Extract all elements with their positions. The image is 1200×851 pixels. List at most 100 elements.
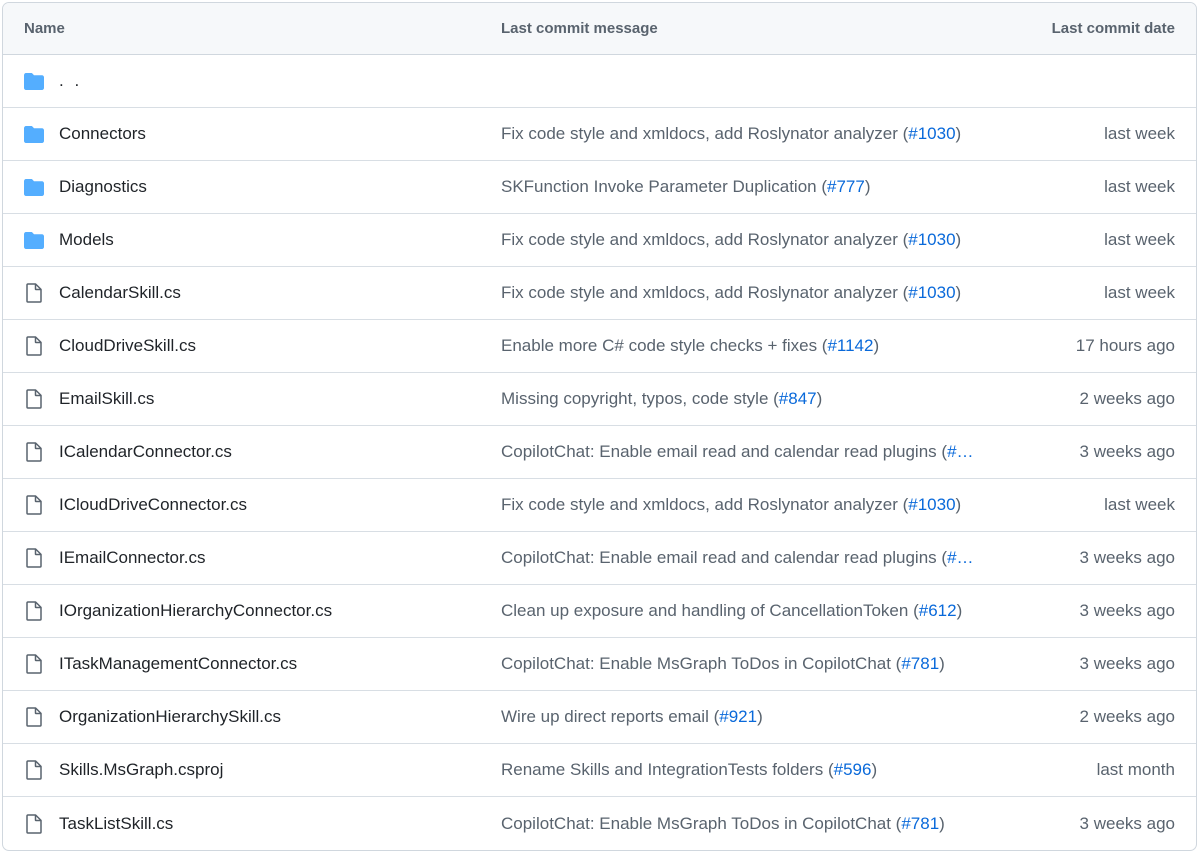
- commit-date: 3 weeks ago: [1079, 548, 1175, 567]
- folder-icon: [23, 229, 45, 251]
- commit-message-suffix: ): [864, 177, 871, 196]
- commit-message: Fix code style and xmldocs, add Roslynat…: [480, 230, 1020, 250]
- commit-message-suffix: ): [956, 601, 963, 620]
- file-name-link[interactable]: CloudDriveSkill.cs: [59, 336, 196, 356]
- header-commit-date: Last commit date: [1051, 20, 1175, 37]
- commit-message-link[interactable]: Rename Skills and IntegrationTests folde…: [501, 760, 834, 779]
- pull-request-link[interactable]: #1030: [908, 283, 955, 302]
- commit-message-link[interactable]: Clean up exposure and handling of Cancel…: [501, 601, 919, 620]
- file-row[interactable]: ICloudDriveConnector.cs Fix code style an…: [3, 479, 1196, 532]
- file-name-link[interactable]: Skills.MsGraph.csproj: [59, 760, 223, 780]
- file-icon: [23, 494, 45, 516]
- commit-message: Clean up exposure and handling of Cancel…: [480, 601, 1020, 621]
- file-name-link[interactable]: CalendarSkill.cs: [59, 283, 181, 303]
- file-name-link[interactable]: EmailSkill.cs: [59, 389, 154, 409]
- file-icon: [23, 335, 45, 357]
- commit-message-suffix: ): [757, 707, 763, 726]
- pull-request-link[interactable]: #1030: [908, 495, 955, 514]
- commit-message-link[interactable]: Enable more C# code style checks + fixes…: [501, 336, 827, 355]
- commit-message-suffix: ): [873, 336, 880, 355]
- commit-message-link[interactable]: CopilotChat: Enable MsGraph ToDos in Cop…: [501, 654, 901, 673]
- commit-message-link[interactable]: Fix code style and xmldocs, add Roslynat…: [501, 230, 908, 249]
- pull-request-link[interactable]: #596: [834, 760, 872, 779]
- commit-message: CopilotChat: Enable email read and calen…: [480, 442, 1020, 462]
- commit-message-link[interactable]: Wire up direct reports email (: [501, 707, 719, 726]
- folder-row[interactable]: Diagnostics SKFunction Invoke Parameter D…: [3, 161, 1196, 214]
- header-name: Name: [24, 20, 65, 37]
- table-header: Name Last commit message Last commit dat…: [3, 3, 1196, 55]
- file-name-link[interactable]: IEmailConnector.cs: [59, 548, 205, 568]
- commit-message: Rename Skills and IntegrationTests folde…: [480, 760, 1020, 780]
- pull-request-link[interactable]: #1142: [827, 336, 873, 355]
- pull-request-link[interactable]: #777: [827, 177, 865, 196]
- commit-message-link[interactable]: Fix code style and xmldocs, add Roslynat…: [501, 124, 908, 143]
- commit-message: Fix code style and xmldocs, add Roslynat…: [480, 495, 1020, 515]
- commit-message-link[interactable]: CopilotChat: Enable MsGraph ToDos in Cop…: [501, 814, 901, 833]
- commit-date: last week: [1104, 283, 1175, 302]
- pull-request-link[interactable]: #921: [719, 707, 757, 726]
- commit-message-link[interactable]: CopilotChat: Enable email read and calen…: [501, 442, 947, 461]
- commit-message-link[interactable]: Missing copyright, typos, code style (: [501, 389, 779, 408]
- parent-directory-link[interactable]: . .: [59, 71, 82, 91]
- pull-request-link[interactable]: #781: [901, 654, 939, 673]
- commit-message: CopilotChat: Enable MsGraph ToDos in Cop…: [480, 814, 1020, 834]
- file-row[interactable]: ITaskManagementConnector.cs CopilotChat: …: [3, 638, 1196, 691]
- commit-message-suffix: ): [939, 813, 945, 833]
- file-name-link[interactable]: ICalendarConnector.cs: [59, 442, 232, 462]
- pull-request-link[interactable]: #…: [947, 548, 973, 567]
- file-row[interactable]: IOrganizationHierarchyConnector.cs Clean …: [3, 585, 1196, 638]
- folder-row[interactable]: Models Fix code style and xmldocs, add Ro…: [3, 214, 1196, 267]
- commit-message-link[interactable]: Fix code style and xmldocs, add Roslynat…: [501, 283, 908, 302]
- folder-icon: [23, 176, 45, 198]
- folder-name-link[interactable]: Connectors: [59, 124, 146, 144]
- commit-message-suffix: ): [955, 283, 962, 302]
- folder-row[interactable]: Connectors Fix code style and xmldocs, ad…: [3, 108, 1196, 161]
- file-name-link[interactable]: OrganizationHierarchySkill.cs: [59, 707, 281, 727]
- commit-message: Fix code style and xmldocs, add Roslynat…: [480, 283, 1020, 303]
- file-icon: [23, 759, 45, 781]
- commit-message-link[interactable]: SKFunction Invoke Parameter Duplication …: [501, 177, 827, 196]
- file-icon: [23, 441, 45, 463]
- commit-message: SKFunction Invoke Parameter Duplication …: [480, 177, 1020, 197]
- commit-date: last week: [1104, 177, 1175, 196]
- pull-request-link[interactable]: #781: [901, 814, 939, 833]
- pull-request-link[interactable]: #612: [919, 601, 957, 620]
- commit-message: CopilotChat: Enable email read and calen…: [480, 548, 1020, 568]
- file-table: Name Last commit message Last commit dat…: [2, 2, 1197, 851]
- file-list: Connectors Fix code style and xmldocs, ad…: [3, 108, 1196, 850]
- commit-message: Wire up direct reports email (#921): [480, 707, 1020, 727]
- file-row[interactable]: EmailSkill.cs Missing copyright, typos, c…: [3, 373, 1196, 426]
- file-row[interactable]: CalendarSkill.cs Fix code style and xmldo…: [3, 267, 1196, 320]
- pull-request-link[interactable]: #847: [779, 389, 817, 408]
- file-row[interactable]: TaskListSkill.cs CopilotChat: Enable MsGr…: [3, 797, 1196, 850]
- file-icon: [23, 653, 45, 675]
- file-name-link[interactable]: IOrganizationHierarchyConnector.cs: [59, 601, 332, 621]
- pull-request-link[interactable]: #1030: [908, 124, 955, 143]
- file-name-link[interactable]: TaskListSkill.cs: [59, 814, 173, 834]
- file-name-link[interactable]: ICloudDriveConnector.cs: [59, 495, 247, 515]
- commit-date: 3 weeks ago: [1079, 654, 1175, 673]
- file-row[interactable]: ICalendarConnector.cs CopilotChat: Enable…: [3, 426, 1196, 479]
- commit-message: Missing copyright, typos, code style (#8…: [480, 389, 1020, 409]
- commit-date: last week: [1104, 230, 1175, 249]
- file-name-link[interactable]: ITaskManagementConnector.cs: [59, 654, 297, 674]
- folder-icon: [23, 123, 45, 145]
- commit-message-suffix: ): [816, 389, 823, 408]
- parent-directory-row[interactable]: . .: [3, 55, 1196, 108]
- file-row[interactable]: IEmailConnector.cs CopilotChat: Enable em…: [3, 532, 1196, 585]
- file-row[interactable]: Skills.MsGraph.csproj Rename Skills and I…: [3, 744, 1196, 797]
- file-row[interactable]: OrganizationHierarchySkill.cs Wire up dir…: [3, 691, 1196, 744]
- commit-message-link[interactable]: Fix code style and xmldocs, add Roslynat…: [501, 495, 908, 514]
- file-row[interactable]: CloudDriveSkill.cs Enable more C# code st…: [3, 320, 1196, 373]
- file-icon: [23, 388, 45, 410]
- commit-message-link[interactable]: CopilotChat: Enable email read and calen…: [501, 548, 947, 567]
- pull-request-link[interactable]: #…: [947, 442, 973, 461]
- pull-request-link[interactable]: #1030: [908, 230, 955, 249]
- commit-date: 17 hours ago: [1075, 336, 1175, 355]
- commit-message-suffix: ): [955, 124, 962, 143]
- folder-name-link[interactable]: Diagnostics: [59, 177, 147, 197]
- folder-icon: [23, 70, 45, 92]
- file-icon: [23, 813, 45, 835]
- folder-name-link[interactable]: Models: [59, 230, 114, 250]
- commit-date: 2 weeks ago: [1079, 707, 1175, 726]
